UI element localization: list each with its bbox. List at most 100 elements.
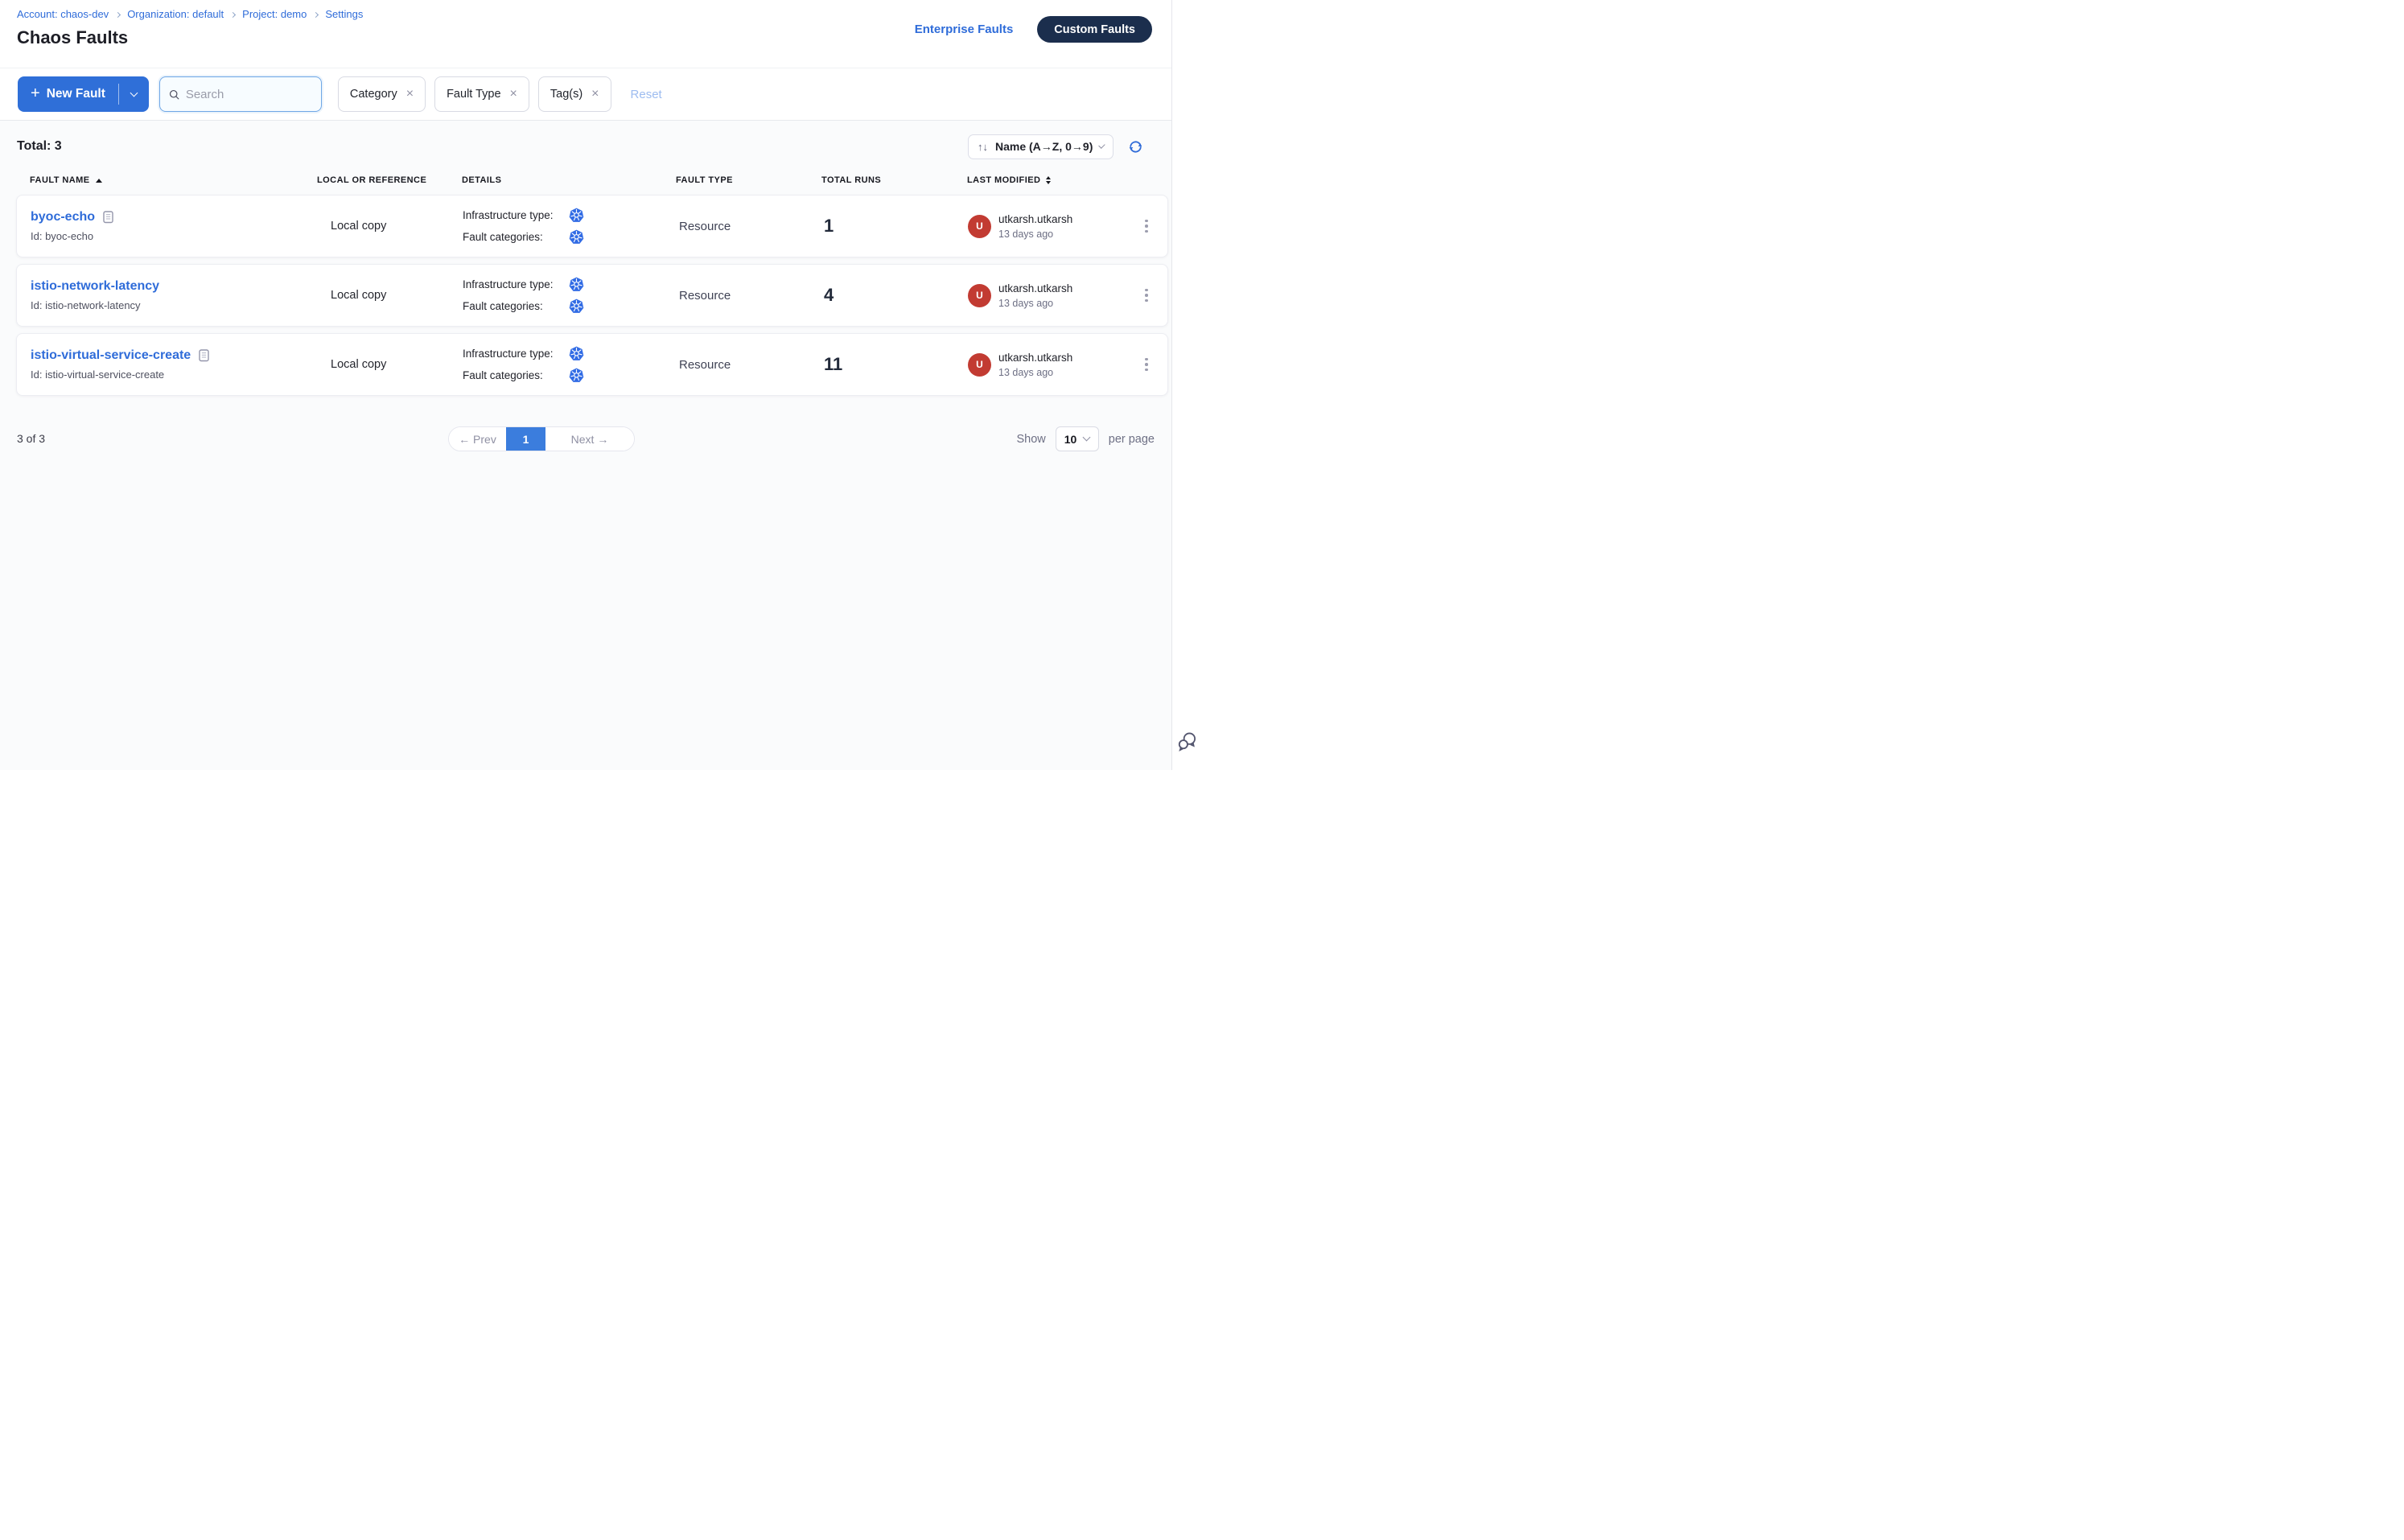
- column-header-fault-name[interactable]: FAULT NAME: [30, 175, 317, 185]
- show-label: Show: [1016, 433, 1045, 446]
- page-size-value: 10: [1064, 433, 1077, 446]
- modified-time: 13 days ago: [998, 298, 1072, 309]
- search-input[interactable]: [186, 88, 313, 101]
- remove-filter-icon[interactable]: ×: [591, 88, 599, 101]
- chevron-down-icon: [130, 89, 138, 97]
- column-label: LAST MODIFIED: [967, 175, 1040, 185]
- remove-filter-icon[interactable]: ×: [510, 88, 517, 101]
- sort-direction-icon: ↑↓: [978, 141, 988, 153]
- filter-chip-category[interactable]: Category ×: [338, 76, 426, 112]
- column-header-fault-type: FAULT TYPE: [676, 175, 821, 185]
- local-or-reference-value: Local copy: [318, 220, 463, 233]
- breadcrumb-organization[interactable]: Organization: default: [127, 8, 224, 20]
- breadcrumb-chevron-icon: [115, 11, 121, 17]
- fault-categories-label: Fault categories:: [463, 300, 569, 312]
- refresh-icon: [1127, 138, 1144, 155]
- filter-chip-fault-type[interactable]: Fault Type ×: [434, 76, 529, 112]
- new-fault-dropdown-button[interactable]: [119, 76, 149, 112]
- refresh-button[interactable]: [1127, 138, 1144, 155]
- breadcrumb-chevron-icon: [313, 11, 319, 17]
- fault-name-link[interactable]: istio-virtual-service-create: [31, 348, 191, 363]
- column-label: FAULT NAME: [30, 175, 90, 185]
- kubernetes-icon: [569, 208, 584, 223]
- kubernetes-icon: [569, 229, 584, 245]
- chat-bubbles-icon: [1177, 731, 1197, 751]
- breadcrumb-chevron-icon: [230, 11, 236, 17]
- total-count-label: Total: 3: [17, 139, 62, 154]
- help-chat-button[interactable]: [1177, 731, 1197, 754]
- page-header: Account: chaos-dev Organization: default…: [0, 0, 1171, 68]
- page-size-control: Show 10 per page: [1016, 426, 1155, 451]
- row-menu-button[interactable]: [1126, 215, 1167, 238]
- next-page-button[interactable]: Next →: [545, 427, 634, 451]
- infrastructure-type-label: Infrastructure type:: [463, 278, 569, 290]
- row-menu-button[interactable]: [1126, 353, 1167, 377]
- new-fault-split-button: + New Fault: [18, 76, 149, 112]
- column-header-total-runs: TOTAL RUNS: [821, 175, 967, 185]
- chaos-faults-page: Account: chaos-dev Organization: default…: [0, 0, 1202, 770]
- remove-filter-icon[interactable]: ×: [406, 88, 414, 101]
- modified-time: 13 days ago: [998, 367, 1072, 378]
- kubernetes-icon: [569, 277, 584, 292]
- fault-name-link[interactable]: byoc-echo: [31, 210, 95, 224]
- search-field: [159, 76, 322, 112]
- local-or-reference-value: Local copy: [318, 358, 463, 371]
- new-fault-label: New Fault: [47, 87, 105, 101]
- filter-chip-label: Tag(s): [550, 88, 582, 101]
- new-fault-button[interactable]: + New Fault: [18, 76, 118, 112]
- modified-by: utkarsh.utkarsh: [998, 352, 1072, 364]
- page-size-select[interactable]: 10: [1056, 426, 1099, 451]
- row-menu-button[interactable]: [1126, 284, 1167, 307]
- total-runs-value: 4: [822, 285, 968, 306]
- reset-filters-button[interactable]: Reset: [631, 88, 662, 101]
- filter-chips: Category × Fault Type × Tag(s) ×: [338, 76, 611, 112]
- breadcrumb-project[interactable]: Project: demo: [242, 8, 307, 20]
- right-rail: [1171, 0, 1202, 770]
- chevron-down-icon: [1099, 142, 1105, 148]
- filter-chip-tags[interactable]: Tag(s) ×: [538, 76, 611, 112]
- breadcrumb-settings[interactable]: Settings: [325, 8, 363, 20]
- breadcrumb-account[interactable]: Account: chaos-dev: [17, 8, 109, 20]
- current-page-button[interactable]: 1: [506, 427, 545, 451]
- main-column: Account: chaos-dev Organization: default…: [0, 0, 1171, 770]
- avatar: U: [968, 215, 991, 238]
- custom-faults-button[interactable]: Custom Faults: [1037, 16, 1152, 43]
- list-summary-bar: Total: 3 ↑↓ Name (A→Z, 0→9): [0, 121, 1171, 161]
- search-icon: [168, 88, 180, 101]
- fault-id-label: Id: byoc-echo: [31, 230, 318, 242]
- pager: ← Prev 1 Next →: [448, 426, 635, 451]
- table-row: istio-virtual-service-create Id: istio-v…: [16, 333, 1168, 396]
- enterprise-faults-link[interactable]: Enterprise Faults: [915, 23, 1014, 36]
- prev-page-button[interactable]: ← Prev: [449, 427, 506, 451]
- toolbar: + New Fault Category ×: [0, 68, 1171, 121]
- fault-id-label: Id: istio-virtual-service-create: [31, 369, 318, 381]
- column-header-details: DETAILS: [462, 175, 676, 185]
- copy-icon: [103, 211, 113, 224]
- per-page-label: per page: [1109, 433, 1155, 446]
- sort-dropdown[interactable]: ↑↓ Name (A→Z, 0→9): [968, 134, 1113, 159]
- column-header-last-modified[interactable]: LAST MODIFIED: [967, 175, 1120, 185]
- fault-type-value: Resource: [677, 358, 822, 372]
- fault-id-label: Id: istio-network-latency: [31, 299, 318, 311]
- fault-type-value: Resource: [677, 220, 822, 233]
- sort-ascending-icon: [96, 179, 102, 183]
- fault-name-link[interactable]: istio-network-latency: [31, 279, 159, 294]
- filter-chip-label: Fault Type: [447, 88, 500, 101]
- column-label: LOCAL OR REFERENCE: [317, 175, 426, 185]
- kubernetes-icon: [569, 299, 584, 314]
- header-actions: Enterprise Faults Custom Faults: [915, 16, 1152, 43]
- copy-icon: [199, 349, 209, 362]
- plus-icon: +: [31, 85, 40, 101]
- fault-list: byoc-echo Id: byoc-echo Local copy Infra…: [16, 195, 1168, 396]
- fault-categories-label: Fault categories:: [463, 369, 569, 381]
- sort-value: Name (A→Z, 0→9): [995, 140, 1093, 153]
- copy-id-button[interactable]: [199, 349, 209, 362]
- copy-id-button[interactable]: [103, 211, 113, 224]
- modified-time: 13 days ago: [998, 229, 1072, 240]
- column-label: TOTAL RUNS: [821, 175, 881, 185]
- chevron-down-icon: [1083, 434, 1091, 442]
- fault-categories-label: Fault categories:: [463, 231, 569, 243]
- modified-by: utkarsh.utkarsh: [998, 282, 1072, 294]
- sort-cluster: ↑↓ Name (A→Z, 0→9): [968, 134, 1144, 159]
- table-row: byoc-echo Id: byoc-echo Local copy Infra…: [16, 195, 1168, 257]
